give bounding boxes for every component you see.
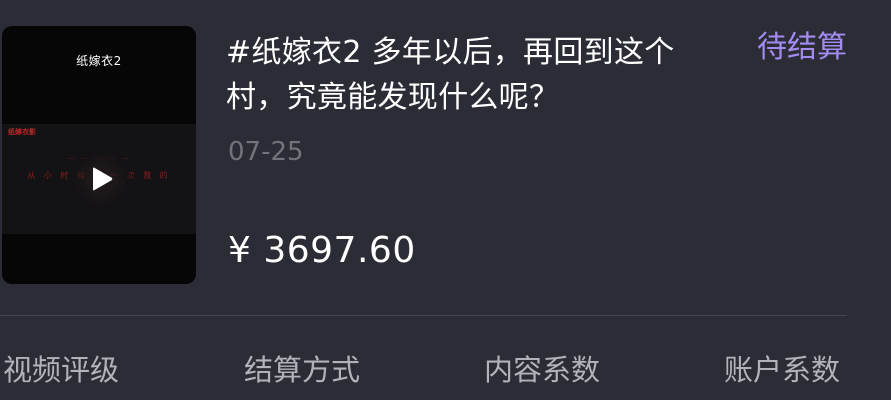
thumbnail-title: 纸嫁衣2 <box>76 54 122 68</box>
thumbnail-watermark: 纸嫁衣影 <box>8 128 36 136</box>
metric-label-content-coefficient: 内容系数 <box>484 353 601 387</box>
publish-date: 07-25 <box>228 137 304 167</box>
metric-label-video-rating: 视频评级 <box>3 353 120 387</box>
metric-label-account-coefficient: 账户系数 <box>724 353 841 387</box>
metric-label-settlement-method: 结算方式 <box>244 353 361 387</box>
earnings-amount: ¥ 3697.60 <box>228 230 416 271</box>
video-thumbnail[interactable]: 纸嫁衣2 纸嫁衣影 一 一 一 一 一 从 小 时 候 那 一 次 我 的 <box>2 26 196 284</box>
video-title[interactable]: #纸嫁衣2 多年以后，再回到这个村，究竟能发现什么呢？ <box>226 30 726 120</box>
play-icon[interactable] <box>88 166 114 192</box>
earnings-item-screen: 纸嫁衣2 纸嫁衣影 一 一 一 一 一 从 小 时 候 那 一 次 我 的 #纸… <box>0 0 891 400</box>
section-divider <box>0 315 847 316</box>
metrics-row: 视频评级 结算方式 内容系数 账户系数 <box>0 350 891 390</box>
settlement-status-badge: 待结算 <box>757 30 847 65</box>
